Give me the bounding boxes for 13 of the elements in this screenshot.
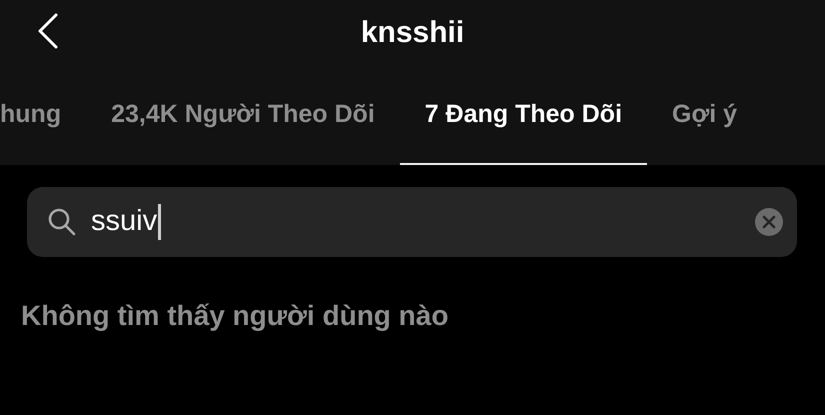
profile-username: knsshii [360,16,464,49]
tab[interactable]: 23,4K Người Theo Dõi [86,66,400,165]
tab[interactable]: Gợi ý [647,66,762,165]
search-field[interactable]: ssuiv [27,187,797,257]
search-text: ssuiv [91,204,158,240]
empty-message: Không tìm thấy người dùng nào [21,299,450,333]
back-icon [36,12,60,50]
text-cursor [158,204,162,240]
clear-icon[interactable] [755,208,783,236]
search-icon [47,207,77,237]
back-button[interactable] [36,12,60,50]
tab[interactable]: hung [0,66,86,165]
tab[interactable]: 7 Đang Theo Dõi [400,66,648,165]
